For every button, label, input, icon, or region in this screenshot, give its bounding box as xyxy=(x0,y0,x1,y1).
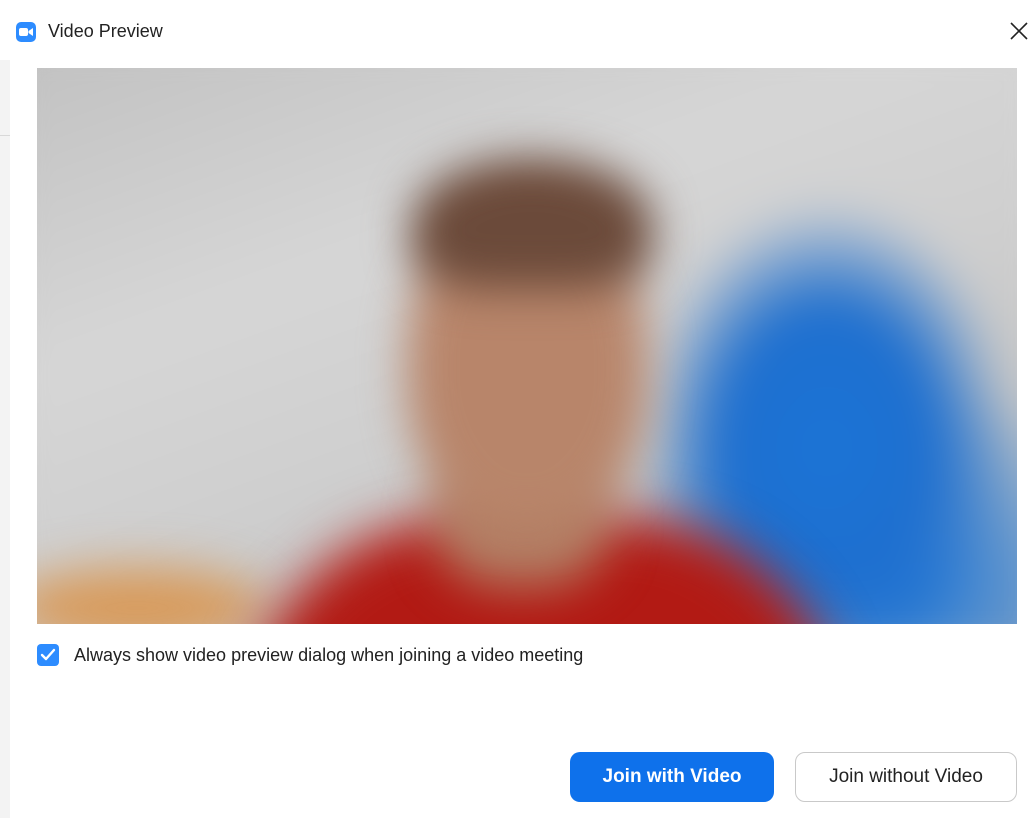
checkmark-icon xyxy=(40,648,56,661)
join-with-video-button[interactable]: Join with Video xyxy=(570,752,774,802)
always-show-preview-option[interactable]: Always show video preview dialog when jo… xyxy=(37,643,583,667)
close-button[interactable] xyxy=(1006,12,1032,52)
camera-preview xyxy=(37,68,1017,624)
title-bar: Video Preview xyxy=(10,0,1032,60)
divider xyxy=(0,135,10,136)
video-preview-dialog: Video Preview Always show video preview … xyxy=(0,0,1032,818)
background-window-edge xyxy=(0,60,10,818)
join-without-video-button[interactable]: Join without Video xyxy=(795,752,1017,802)
always-show-preview-label: Always show video preview dialog when jo… xyxy=(74,644,584,665)
close-icon xyxy=(1010,22,1028,40)
preview-person-hair xyxy=(412,158,652,288)
always-show-preview-checkbox[interactable] xyxy=(37,644,59,666)
window-title: Video Preview xyxy=(48,21,163,41)
zoom-camera-icon xyxy=(16,22,36,42)
